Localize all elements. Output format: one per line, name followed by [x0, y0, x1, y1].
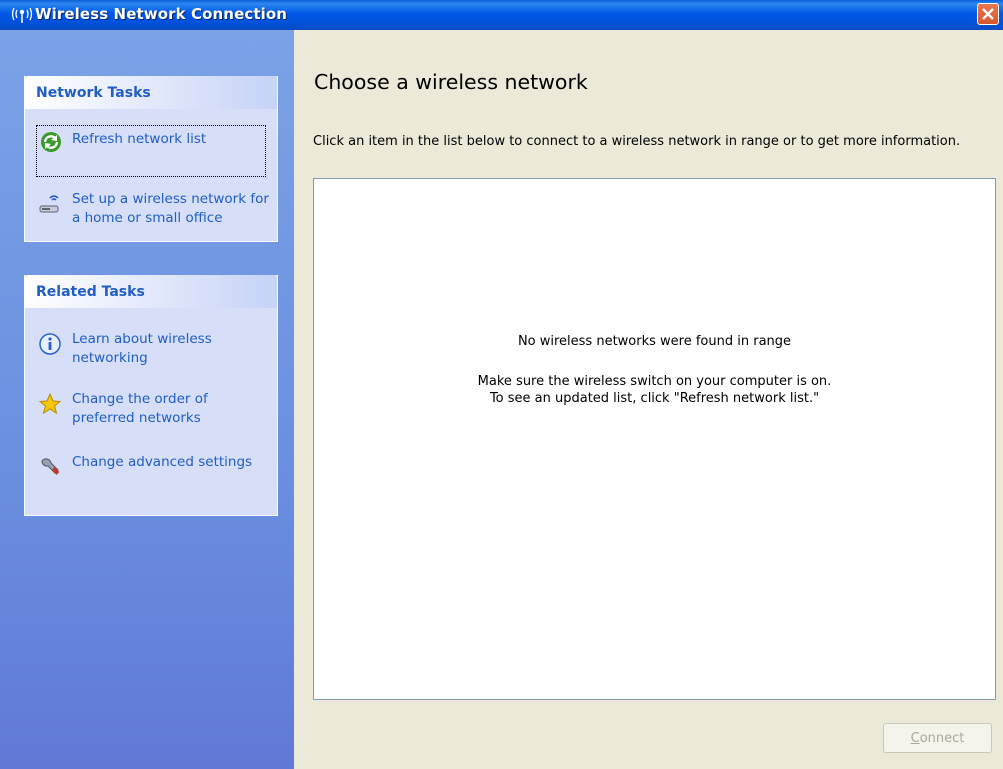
change-advanced-settings-link[interactable]: Change advanced settings	[37, 453, 265, 495]
related-tasks-panel: Related Tasks Learn about wireless netwo…	[24, 275, 278, 516]
star-icon	[38, 392, 62, 415]
change-preferred-order-label: Change the order of preferred networks	[72, 391, 208, 426]
no-networks-message: No wireless networks were found in range	[517, 334, 792, 349]
wrench-icon	[41, 458, 60, 475]
page-title: Choose a wireless network	[314, 70, 588, 94]
change-preferred-order-link[interactable]: Change the order of preferred networks	[37, 390, 265, 432]
close-button[interactable]	[977, 3, 999, 25]
related-tasks-header[interactable]: Related Tasks	[25, 275, 277, 308]
refresh-icon	[41, 132, 61, 152]
network-tasks-header[interactable]: Network Tasks	[25, 76, 277, 109]
connect-accelerator: C	[910, 731, 920, 746]
info-icon	[39, 333, 61, 355]
wireless-network-window: Wireless Network Connection Network Task…	[0, 0, 1003, 769]
connect-button[interactable]: Connect	[883, 723, 992, 753]
close-icon	[982, 8, 994, 20]
instructions-text: Click an item in the list below to conne…	[313, 134, 961, 149]
task-pane: Network Tasks Refresh network list Set u…	[0, 30, 294, 769]
window-title: Wireless Network Connection	[35, 5, 288, 23]
learn-wireless-networking-link[interactable]: Learn about wireless networking	[37, 330, 265, 372]
hint-line-2: To see an updated list, click "Refresh n…	[489, 391, 820, 406]
learn-wireless-networking-label: Learn about wireless networking	[72, 331, 212, 366]
change-advanced-settings-label: Change advanced settings	[72, 454, 253, 470]
refresh-network-list-link[interactable]: Refresh network list	[36, 125, 266, 177]
wireless-signal-icon	[11, 7, 33, 23]
hint-line-1: Make sure the wireless switch on your co…	[477, 374, 832, 389]
refresh-network-list-label: Refresh network list	[72, 131, 207, 147]
network-list[interactable]: No wireless networks were found in range…	[313, 178, 996, 700]
network-tasks-panel: Network Tasks Refresh network list Set u…	[24, 76, 278, 242]
network-tasks-title: Network Tasks	[36, 85, 151, 101]
wireless-setup-icon	[39, 195, 59, 213]
related-tasks-title: Related Tasks	[36, 284, 145, 300]
setup-wireless-network-link[interactable]: Set up a wireless network for a home or …	[37, 190, 269, 232]
connect-label: onnect	[919, 731, 965, 746]
title-bar[interactable]: Wireless Network Connection	[0, 0, 1003, 30]
setup-wireless-network-label: Set up a wireless network for a home or …	[72, 191, 269, 226]
